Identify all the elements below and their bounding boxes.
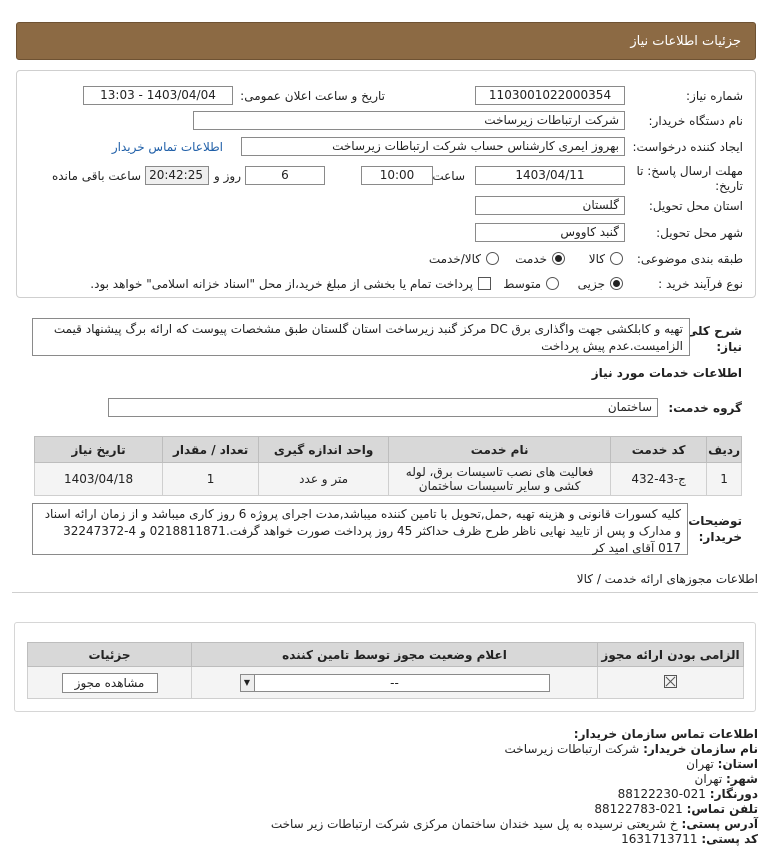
purchase-minor-label: جزیی [577, 277, 605, 291]
col-date: تاریخ نیاز [33, 436, 164, 463]
col-code: کد خدمت [610, 436, 708, 463]
services-header-row: ردیف کد خدمت نام خدمت واحد اندازه گیری ت… [33, 436, 742, 463]
buyer-contact-link[interactable]: اطلاعات تماس خریدار [112, 140, 223, 154]
required-checkbox-icon[interactable] [664, 674, 677, 688]
licenses-table: الزامی بودن ارائه مجوز اعلام وضعیت مجوز … [27, 642, 744, 699]
buyer-org-label: نام دستگاه خریدار: [648, 114, 744, 128]
province-field[interactable]: گلستان [475, 196, 625, 215]
category-label: طبقه بندی موضوعی: [636, 252, 743, 266]
cell-name: فعالیت های نصب تاسیسات برق، لوله کشی و س… [388, 462, 612, 496]
category-both-radio[interactable] [486, 252, 499, 265]
table-row: 1 ج-43-432 فعالیت های نصب تاسیسات برق، ل… [33, 462, 742, 496]
deadline-time-label: ساعت [432, 169, 465, 183]
cell-unit: متر و عدد [258, 462, 390, 496]
purchase-medium-radio[interactable] [546, 277, 559, 290]
services-section-title: اطلاعات خدمات مورد نیاز [591, 366, 742, 380]
creator-field[interactable]: بهروز ایمری کارشناس حساب شرکت ارتباطات ز… [241, 137, 625, 156]
table-row: ▼ -- مشاهده مجوز [27, 666, 744, 699]
cell-qty: 1 [162, 462, 260, 496]
col-name: نام خدمت [388, 436, 612, 463]
cell-required [597, 666, 744, 699]
cell-date: 1403/04/18 [33, 462, 164, 496]
service-group-label: گروه خدمت: [668, 401, 742, 415]
cell-code: ج-43-432 [610, 462, 708, 496]
page-title: جزئیات اطلاعات نیاز [630, 34, 741, 49]
need-info-panel: شماره نیاز: 1103001022000354 تاریخ و ساع… [16, 70, 756, 298]
license-status-select[interactable]: ▼ -- [239, 673, 550, 692]
purchase-medium-label: متوسط [503, 277, 541, 291]
days-field[interactable]: 6 [245, 166, 325, 185]
licenses-header-row: الزامی بودن ارائه مجوز اعلام وضعیت مجوز … [27, 642, 744, 667]
days-label: روز و [214, 169, 241, 183]
city-field[interactable]: گنبد کاووس [475, 223, 625, 242]
remaining-time-field: 20:42:25 [145, 166, 209, 185]
buyer-notes-label: توضیحات [688, 514, 742, 528]
remaining-label: ساعت باقی مانده [51, 169, 141, 183]
category-both-label: کالا/خدمت [428, 252, 481, 266]
creator-label: ایجاد کننده درخواست: [632, 140, 743, 154]
deadline-time-field[interactable]: 10:00 [361, 166, 433, 185]
summary-text: تهیه و کابلکشی جهت واگذاری برق DC مرکز گ… [32, 318, 690, 356]
contact-org: نام سازمان خریدار: شرکت ارتباطات زیرساخت [504, 742, 758, 756]
buyer-notes-label-2: خریدار: [698, 530, 742, 544]
purchase-type-label: نوع فرآیند خرید : [658, 277, 743, 291]
buyer-notes-text: کلیه کسورات قانونی و هزینه تهیه ,حمل,تحو… [32, 503, 688, 555]
view-license-button[interactable]: مشاهده مجوز [61, 672, 158, 693]
summary-label: شرح کلی [685, 324, 742, 338]
city-label: شهر محل تحویل: [656, 226, 743, 240]
licenses-section-title: اطلاعات مجوزهای ارائه خدمت / کالا [576, 572, 758, 586]
treasury-note: پرداخت تمام یا بخشی از مبلغ خرید،از محل … [90, 277, 473, 291]
category-service-radio[interactable] [552, 252, 565, 265]
summary-label-2: نیاز: [716, 340, 742, 354]
treasury-checkbox[interactable] [478, 277, 491, 290]
deadline-date-field[interactable]: 1403/04/11 [475, 166, 625, 185]
col-details: جزئیات [27, 642, 192, 667]
need-number-field[interactable]: 1103001022000354 [475, 86, 625, 105]
col-unit: واحد اندازه گیری [258, 436, 390, 463]
buyer-org-field[interactable]: شرکت ارتباطات زیرساخت [193, 111, 625, 130]
cell-row: 1 [706, 462, 742, 496]
license-status-value: -- [390, 675, 399, 690]
contact-city: شهر: تهران [694, 772, 758, 786]
contact-fax: دورنگار: 021-88122230 [617, 787, 758, 801]
col-status: اعلام وضعیت مجوز توسط تامین کننده [191, 642, 598, 667]
category-goods-radio[interactable] [610, 252, 623, 265]
col-required: الزامی بودن ارائه مجوز [597, 642, 744, 667]
category-goods-label: کالا [588, 252, 605, 266]
announce-field[interactable]: 1403/04/04 - 13:03 [83, 86, 233, 105]
col-row: ردیف [706, 436, 742, 463]
deadline-label: مهلت ارسال پاسخ: تا [636, 164, 743, 178]
purchase-minor-radio[interactable] [610, 277, 623, 290]
licenses-separator [12, 592, 758, 593]
cell-status: ▼ -- [191, 666, 598, 699]
page-header: جزئیات اطلاعات نیاز [16, 22, 756, 60]
category-service-label: خدمت [515, 252, 547, 266]
need-number-label: شماره نیاز: [686, 89, 743, 103]
contact-title: اطلاعات تماس سازمان خریدار: [573, 727, 758, 741]
cell-details: مشاهده مجوز [27, 666, 192, 699]
province-label: استان محل تحویل: [648, 199, 743, 213]
contact-address: آدرس پستی: خ شریعتی نرسیده به پل سید خند… [270, 817, 758, 831]
chevron-down-icon: ▼ [240, 674, 255, 691]
col-qty: تعداد / مقدار [162, 436, 260, 463]
contact-phone: تلفن تماس: 021-88122783 [594, 802, 758, 816]
service-group-field[interactable]: ساختمان [108, 398, 658, 417]
deadline-date-label: تاریخ: [715, 179, 743, 193]
services-table: ردیف کد خدمت نام خدمت واحد اندازه گیری ت… [33, 436, 742, 496]
announce-label: تاریخ و ساعت اعلان عمومی: [240, 89, 385, 103]
contact-province: استان: تهران [686, 757, 758, 771]
